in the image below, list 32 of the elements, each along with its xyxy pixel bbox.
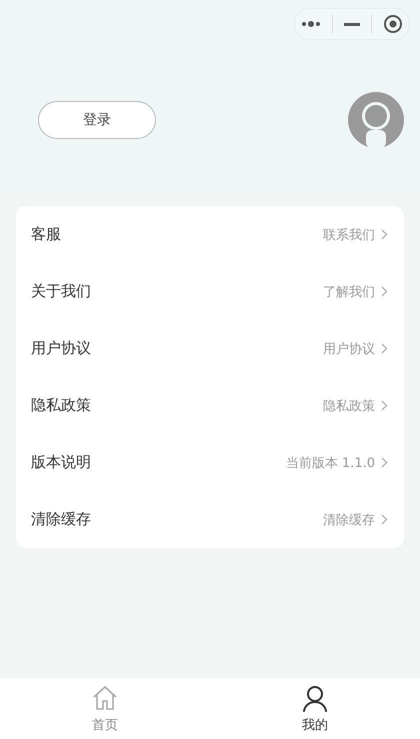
menu-value: 清除缓存 [323,512,375,528]
chevron-right-icon [381,457,388,468]
menu-row[interactable]: 客服 联系我们 [16,206,404,263]
user-icon [301,684,329,712]
menu-value: 当前版本 1.1.0 [286,454,375,472]
chevron-right-icon [381,229,388,240]
login-button[interactable]: 登录 [38,101,156,139]
chevron-right-icon [381,343,388,354]
chevron-right-icon [381,286,388,297]
menu-label: 客服 [31,225,61,244]
chevron-right-icon [381,514,388,525]
menu-row[interactable]: 版本说明 当前版本 1.1.0 [16,434,404,491]
menu-row[interactable]: 清除缓存 清除缓存 [16,491,404,548]
minimize-icon[interactable] [344,22,360,26]
menu-label: 清除缓存 [31,510,91,529]
menu-label: 版本说明 [31,453,91,472]
menu-label: 关于我们 [31,282,91,301]
menu-value: 用户协议 [323,340,375,358]
menu-row[interactable]: 隐私政策 隐私政策 [16,377,404,434]
menu-value: 联系我们 [323,226,375,244]
menu-row[interactable]: 用户协议 用户协议 [16,320,404,377]
menu-label: 隐私政策 [31,396,91,415]
chevron-right-icon [381,400,388,411]
avatar-icon [348,92,404,148]
menu-value: 隐私政策 [323,398,375,414]
menu-value: 了解我们 [323,284,375,300]
home-icon [91,684,119,712]
more-icon[interactable] [300,21,321,27]
tab-bar-item[interactable]: 我的 [210,678,420,739]
menu-label: 用户协议 [31,339,91,358]
menu-row[interactable]: 关于我们 了解我们 [16,263,404,320]
tab-bar-item[interactable]: 首页 [0,678,210,739]
